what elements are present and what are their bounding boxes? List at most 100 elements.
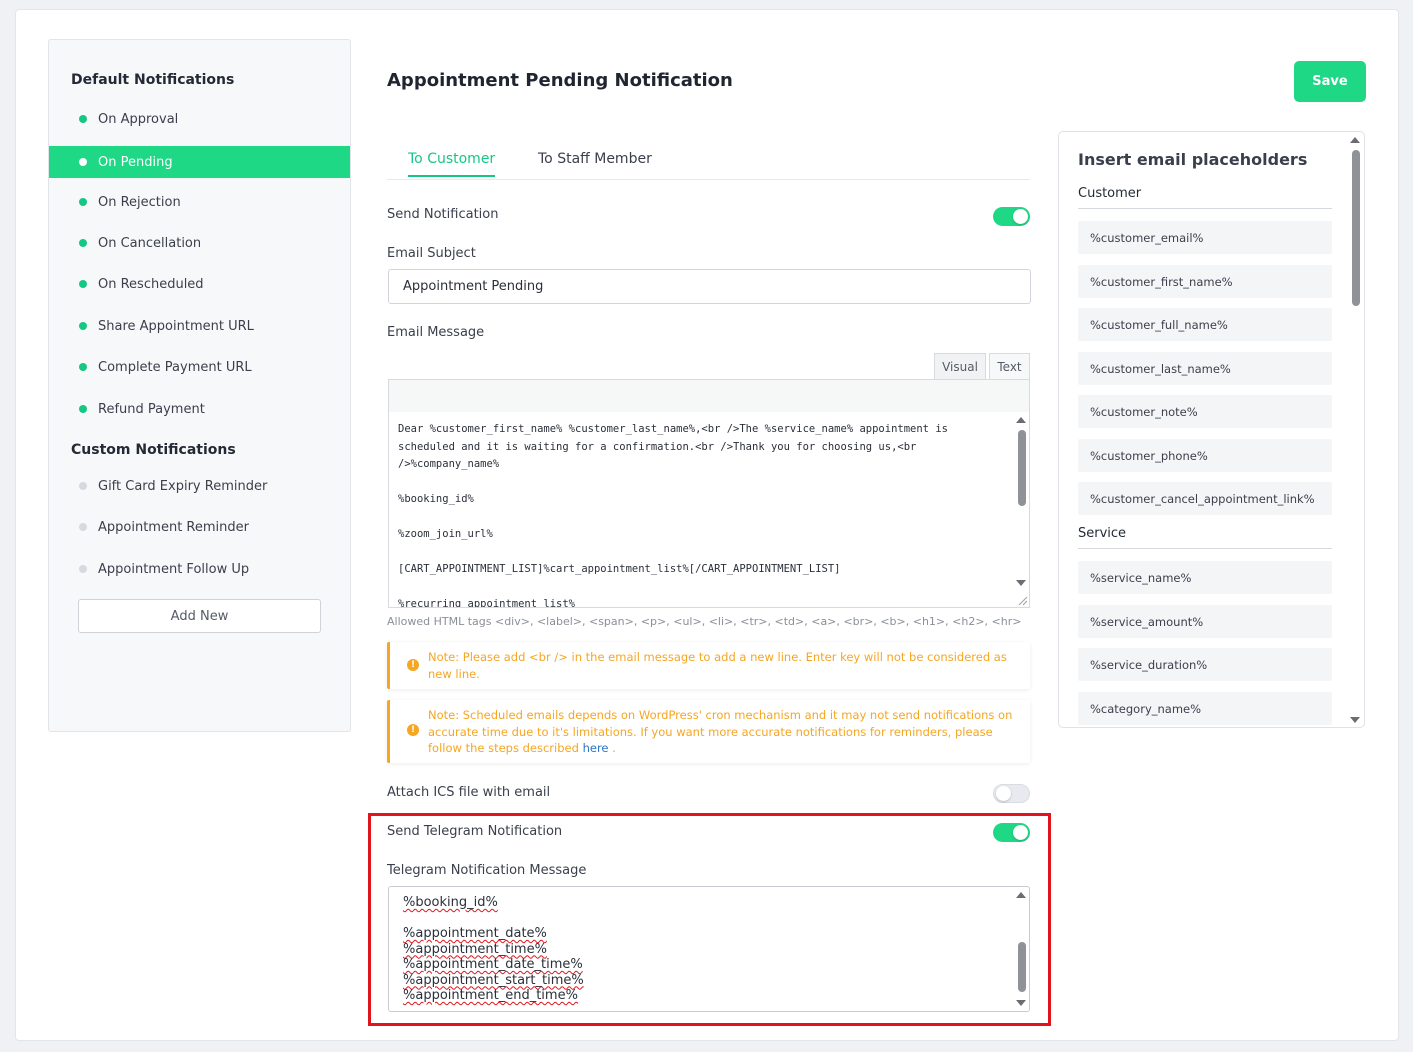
telegram-message-textarea[interactable]: %booking_id% %appointment_date% %appoint…	[388, 886, 1030, 1012]
editor-tab-visual[interactable]: Visual	[934, 353, 986, 379]
here-link[interactable]: here	[583, 741, 609, 755]
sidebar-item-on-approval[interactable]: On Approval	[49, 103, 350, 135]
scroll-down-icon[interactable]	[1016, 580, 1026, 586]
sidebar-item-label: On Rescheduled	[98, 276, 204, 292]
sidebar-item-label: On Approval	[98, 111, 179, 127]
tab-to-customer[interactable]: To Customer	[408, 151, 496, 177]
sidebar-item-appointment-reminder[interactable]: Appointment Reminder	[49, 511, 350, 543]
placeholder-item[interactable]: %service_duration%	[1078, 648, 1332, 681]
placeholders-title: Insert email placeholders	[1078, 150, 1308, 169]
scroll-up-icon[interactable]	[1016, 892, 1026, 898]
custom-notifications-heading: Custom Notifications	[71, 442, 236, 458]
editor-tab-text[interactable]: Text	[989, 353, 1030, 379]
editor-scrollbar[interactable]	[1015, 412, 1027, 607]
scroll-up-icon[interactable]	[1350, 137, 1360, 143]
default-notifications-heading: Default Notifications	[71, 72, 235, 88]
cron-note: ! Note: Scheduled emails depends on Word…	[387, 700, 1030, 763]
warning-icon: !	[407, 724, 419, 736]
allowed-html-tags: Allowed HTML tags <div>, <label>, <span>…	[387, 615, 1022, 628]
placeholder-item[interactable]: %customer_first_name%	[1078, 265, 1332, 298]
placeholder-item[interactable]: %service_name%	[1078, 561, 1332, 594]
scroll-up-icon[interactable]	[1016, 417, 1026, 423]
telegram-notification-toggle[interactable]	[993, 823, 1030, 842]
save-button[interactable]: Save	[1294, 61, 1366, 102]
placeholder-item[interactable]: %customer_phone%	[1078, 439, 1332, 472]
send-notification-toggle[interactable]	[993, 207, 1030, 226]
sidebar-item-label: On Rejection	[98, 194, 181, 210]
sidebar-item-label: Gift Card Expiry Reminder	[98, 478, 268, 494]
sidebar-item-share-appointment-url[interactable]: Share Appointment URL	[49, 310, 350, 342]
editor-toolbar	[388, 379, 1030, 413]
toggle-knob	[996, 786, 1011, 801]
send-notification-label: Send Notification	[387, 207, 499, 222]
line-break-note-text: Note: Please add <br /> in the email mes…	[428, 650, 1007, 681]
status-dot-icon	[79, 198, 87, 206]
status-dot-icon	[79, 239, 87, 247]
placeholder-item[interactable]: %category_name%	[1078, 692, 1332, 725]
email-subject-input[interactable]	[388, 269, 1031, 304]
sidebar-item-on-rescheduled[interactable]: On Rescheduled	[49, 268, 350, 300]
sidebar-item-appointment-follow-up[interactable]: Appointment Follow Up	[49, 553, 350, 585]
placeholder-item[interactable]: %customer_last_name%	[1078, 352, 1332, 385]
telegram-message-label: Telegram Notification Message	[387, 863, 587, 878]
sidebar-item-on-rejection[interactable]: On Rejection	[49, 186, 350, 218]
sidebar-item-on-pending[interactable]: On Pending	[49, 146, 350, 178]
sidebar-item-on-cancellation[interactable]: On Cancellation	[49, 227, 350, 259]
add-new-button[interactable]: Add New	[78, 599, 321, 633]
email-message-editor[interactable]: Dear %customer_first_name% %customer_las…	[388, 412, 1030, 608]
scroll-thumb[interactable]	[1018, 430, 1026, 506]
telegram-line: %appointment_date_time%	[403, 957, 583, 972]
sidebar-item-complete-payment-url[interactable]: Complete Payment URL	[49, 351, 350, 383]
cron-note-tail: .	[612, 741, 616, 755]
tab-to-staff-member[interactable]: To Staff Member	[538, 151, 652, 175]
telegram-scrollbar[interactable]	[1015, 887, 1027, 1011]
cron-note-text: Note: Scheduled emails depends on WordPr…	[428, 707, 1018, 757]
sidebar-item-label: Refund Payment	[98, 401, 205, 417]
sidebar-item-label: Appointment Reminder	[98, 519, 249, 535]
warning-icon: !	[407, 659, 419, 671]
status-dot-icon	[79, 482, 87, 490]
placeholder-item[interactable]: %customer_email%	[1078, 221, 1332, 254]
toggle-knob	[1013, 825, 1028, 840]
scroll-down-icon[interactable]	[1016, 1000, 1026, 1006]
telegram-line: %booking_id%	[403, 895, 498, 910]
email-message-text[interactable]: Dear %customer_first_name% %customer_las…	[398, 421, 1008, 607]
status-dot-icon	[79, 565, 87, 573]
sidebar-item-label: On Cancellation	[98, 235, 202, 251]
placeholder-item[interactable]: %service_amount%	[1078, 605, 1332, 638]
resize-grip-icon[interactable]	[1016, 594, 1028, 606]
scroll-down-icon[interactable]	[1350, 717, 1360, 723]
telegram-message-text[interactable]: %booking_id% %appointment_date% %appoint…	[403, 895, 584, 1004]
attach-ics-toggle[interactable]	[993, 784, 1030, 803]
email-placeholders-panel: Insert email placeholders Customer %cust…	[1058, 131, 1365, 728]
placeholder-section-customer: Customer	[1078, 186, 1332, 209]
placeholder-item[interactable]: %customer_cancel_appointment_link%	[1078, 482, 1332, 515]
telegram-line-blank	[403, 911, 584, 927]
line-break-note: ! Note: Please add <br /> in the email m…	[387, 642, 1030, 689]
notifications-sidebar: Default Notifications On Approval On Pen…	[48, 39, 351, 732]
placeholders-scrollbar[interactable]	[1349, 132, 1361, 727]
sidebar-item-gift-card-expiry-reminder[interactable]: Gift Card Expiry Reminder	[49, 470, 350, 502]
sidebar-item-label: On Pending	[98, 154, 173, 170]
sidebar-item-label: Share Appointment URL	[98, 318, 254, 334]
email-message-label: Email Message	[387, 325, 485, 340]
scroll-thumb[interactable]	[1018, 942, 1026, 992]
page-title: Appointment Pending Notification	[387, 70, 733, 91]
cron-note-body: Note: Scheduled emails depends on WordPr…	[428, 708, 1013, 755]
scroll-thumb[interactable]	[1352, 150, 1360, 306]
telegram-line: %appointment_date%	[403, 926, 547, 941]
status-dot-icon	[79, 405, 87, 413]
email-subject-label: Email Subject	[387, 246, 476, 261]
sidebar-item-label: Complete Payment URL	[98, 359, 252, 375]
status-dot-icon	[79, 322, 87, 330]
telegram-line: %appointment_end_time%	[403, 988, 578, 1003]
status-dot-icon	[79, 158, 87, 166]
sidebar-item-refund-payment[interactable]: Refund Payment	[49, 393, 350, 425]
status-dot-icon	[79, 363, 87, 371]
sidebar-item-label: Appointment Follow Up	[98, 561, 250, 577]
placeholder-item[interactable]: %customer_note%	[1078, 395, 1332, 428]
placeholder-item[interactable]: %customer_full_name%	[1078, 308, 1332, 341]
attach-ics-label: Attach ICS file with email	[387, 785, 551, 800]
placeholder-section-service: Service	[1078, 526, 1332, 549]
status-dot-icon	[79, 523, 87, 531]
